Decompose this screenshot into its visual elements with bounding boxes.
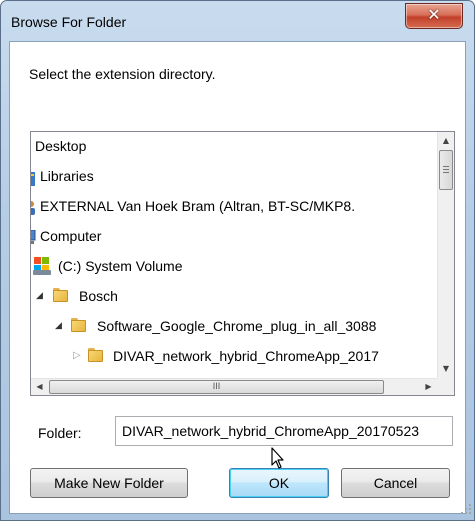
tree-item-system-volume[interactable]: (C:) System Volume [31,255,431,277]
tree-item-label: Software_Google_Chrome_plug_in_all_3088 [97,318,377,334]
instruction-text: Select the extension directory. [29,66,216,82]
folder-label: Folder: [38,425,82,441]
tree-item-label: DIVAR_network_hybrid_ChromeApp_2017 [113,348,379,364]
scroll-down-icon[interactable]: ▼ [438,360,454,377]
close-button[interactable]: ✕ [405,3,463,29]
tree-item-desktop[interactable]: Desktop [31,135,431,157]
mouse-pointer-icon [270,447,286,474]
tree-item-label: (C:) System Volume [58,258,183,274]
resize-grip-icon[interactable] [460,502,472,518]
computer-icon [31,229,36,251]
tree-item-divar-folder[interactable]: ▷ DIVAR_network_hybrid_ChromeApp_2017 [31,345,431,367]
tree-item-computer[interactable]: Computer [31,225,431,247]
folder-tree[interactable]: Desktop Libraries EXTERNAL Van Hoek Bram… [30,131,455,396]
scroll-right-icon[interactable]: ▶ [420,379,437,395]
horizontal-scroll-thumb[interactable]: III [49,380,384,394]
scroll-up-icon[interactable]: ▲ [438,132,454,149]
horizontal-scrollbar[interactable]: ◀ III ▶ [31,378,438,395]
title-bar[interactable]: Browse For Folder ✕ [1,1,474,41]
tree-item-label: Libraries [40,168,94,184]
ok-label: OK [268,475,290,491]
folder-path-input[interactable] [115,416,453,446]
expand-arrow-icon[interactable]: ▷ [73,345,81,367]
tree-item-software-folder[interactable]: ◢ Software_Google_Chrome_plug_in_all_308… [31,315,431,337]
tree-item-libraries[interactable]: Libraries [31,165,431,187]
tree-item-user-folder[interactable]: EXTERNAL Van Hoek Bram (Altran, BT-SC/MK… [31,195,431,217]
vertical-scroll-thumb[interactable] [439,150,453,190]
scrollbar-corner [437,378,454,395]
make-new-folder-button[interactable]: Make New Folder [30,468,188,498]
tree-item-label: Bosch [79,288,118,304]
libraries-icon [31,170,36,192]
tree-item-bosch[interactable]: ◢ Bosch [31,285,431,307]
make-new-folder-label: Make New Folder [54,475,164,491]
drive-icon [33,257,51,281]
cancel-label: Cancel [373,475,418,491]
collapse-arrow-icon[interactable]: ◢ [55,315,62,337]
tree-item-label: EXTERNAL Van Hoek Bram (Altran, BT-SC/MK… [40,198,356,214]
window-title: Browse For Folder [11,14,127,30]
scroll-left-icon[interactable]: ◀ [31,379,48,395]
tree-item-label: Computer [40,228,102,244]
user-icon [31,199,36,221]
close-icon: ✕ [427,5,441,24]
cancel-button[interactable]: Cancel [341,468,450,498]
collapse-arrow-icon[interactable]: ◢ [36,285,43,307]
tree-item-label: Desktop [35,138,87,154]
vertical-scrollbar[interactable]: ▲ ▼ [437,132,454,378]
